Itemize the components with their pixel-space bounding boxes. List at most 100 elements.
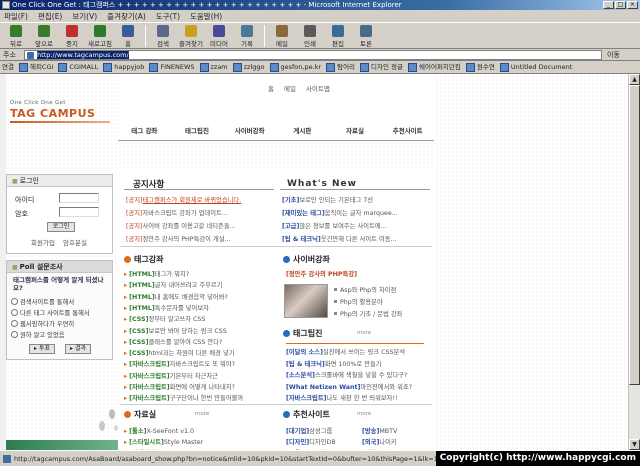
minimize-button[interactable]: _ <box>603 1 614 9</box>
whats-new-item[interactable]: [고급]많은 정보를 보여주는 사이트에... <box>282 221 430 230</box>
tagtip-item[interactable]: [What Netizen Want]마인전에서와 워죠? <box>286 382 432 391</box>
scroll-thumb[interactable] <box>629 85 640 385</box>
recommend-more[interactable]: more <box>357 411 371 417</box>
link-item[interactable]: 원수연 <box>466 61 495 73</box>
lecture-item[interactable]: ▸ [CSS]정부터 알고쓰자 CSS <box>124 314 280 323</box>
tagtip-item[interactable]: [소스분석]스크롤바에 색칠을 넣을 수 있다구? <box>286 370 432 379</box>
id-input[interactable] <box>59 193 99 203</box>
site-logo[interactable]: TAG CAMPUS <box>10 107 95 120</box>
toolbar-button[interactable]: 홈 <box>114 23 142 49</box>
lecture-item[interactable]: ▸ [자바스크립트]화면에 어떻게 나타내지? <box>124 382 280 391</box>
result-button[interactable]: ▸ 결과 <box>65 344 91 354</box>
cyber-item[interactable]: Php의 기초 / 문법 강좌 <box>334 309 430 318</box>
mail-link[interactable]: 메일 <box>284 83 296 93</box>
toolbar-button[interactable]: 미디어 <box>205 23 233 49</box>
vertical-scrollbar[interactable]: ▲ ▼ <box>628 74 640 450</box>
cyber-headline[interactable]: [정안주 강사의 PHP특강] <box>286 269 357 278</box>
tag-tip-more[interactable]: more <box>357 330 371 336</box>
link-item[interactable]: Untitled Document <box>500 61 572 73</box>
scroll-down-arrow-icon[interactable]: ▼ <box>629 439 640 450</box>
menu-item[interactable]: 즐겨찾기(A) <box>107 10 146 22</box>
toolbar-button[interactable]: 기록 <box>233 23 261 49</box>
lecture-item[interactable]: ▸ [CSS]html과는 차원이 다른 배경 넣기 <box>124 348 280 357</box>
toolbar-button[interactable]: 뒤로 <box>2 23 30 49</box>
notice-item[interactable]: [공지]사이버 강좌를 이용고갈 네티즌들... <box>126 221 276 230</box>
lecture-item[interactable]: ▸ [HTML]특수문자를 넣어보자 <box>124 303 280 312</box>
lecture-item[interactable]: ▸ [자바스크립트]구구단이나 한번 만들어볼까 <box>124 393 280 402</box>
lecture-item[interactable]: ▸ [CSS]클래스를 알아야 CSS 안다? <box>124 337 280 346</box>
toolbar-button[interactable]: 인쇄 <box>296 23 324 49</box>
menu-item[interactable]: 도구(T) <box>156 10 180 22</box>
link-item[interactable]: 쉐어어퍼지던킴 <box>408 61 461 73</box>
lecture-item[interactable]: ▸ [HTML]태그가 뭐지? <box>124 269 280 278</box>
pw-input[interactable] <box>59 207 99 217</box>
menu-item[interactable]: 도움말(H) <box>190 10 222 22</box>
nav-item[interactable]: 사이버강좌 <box>223 124 276 139</box>
link-item[interactable]: happyjob <box>103 61 144 73</box>
menu-item[interactable]: 편집(E) <box>38 10 62 22</box>
join-link[interactable]: 회원가입 <box>31 237 55 247</box>
recommend-item[interactable]: [외국]나이키 <box>362 437 428 446</box>
cyber-item[interactable]: Asp와 Php의 차이점 <box>334 285 430 294</box>
tagtip-item[interactable]: [이달의 소스]실전에서 쓰이는 링크 CSS분석 <box>286 347 432 356</box>
sitemap-link[interactable]: 사이트맵 <box>306 83 330 93</box>
link-item[interactable]: gesfon,pe.kr <box>270 61 322 73</box>
toolbar-button[interactable]: 중지 <box>58 23 86 49</box>
vote-button[interactable]: ▸ 투표 <box>29 344 55 354</box>
login-button[interactable]: 로그인 <box>47 222 75 232</box>
lecture-item[interactable]: ▸ [자바스크립트]자바스크립트도 또 뭐야? <box>124 359 280 368</box>
toolbar-button[interactable]: 즐겨찾기 <box>177 23 205 49</box>
find-pw-link[interactable]: 암호분실 <box>63 237 87 247</box>
pds-more[interactable]: more <box>195 411 209 417</box>
nav-item[interactable]: 게시판 <box>276 124 329 139</box>
ie-window-icon[interactable] <box>2 1 10 9</box>
toolbar-button[interactable]: 토론 <box>352 23 380 49</box>
cyber-item[interactable]: Php의 활용분야 <box>334 297 430 306</box>
whats-new-item[interactable]: [기초]보로만 인되는 기본태그 7선 <box>282 195 430 204</box>
link-item[interactable]: zzlggo <box>233 61 265 73</box>
whats-new-item[interactable]: [팁 & 테크닉]웃긴만해 다른 사이트 이동... <box>282 234 430 243</box>
recommend-item[interactable]: [디자인]디자인DB <box>286 437 356 446</box>
nav-item[interactable]: 추천사이트 <box>381 124 434 139</box>
whats-new-item[interactable]: [재미있는 태그]움직이는 글자 marquee... <box>282 208 430 217</box>
recommend-item[interactable]: [대기업]삼성그룹 <box>286 426 356 435</box>
toolbar-button[interactable]: 검색 <box>149 23 177 49</box>
nav-item[interactable]: 태그팁진 <box>171 124 224 139</box>
toolbar-button[interactable]: 편집 <box>324 23 352 49</box>
menu-item[interactable]: 보기(V) <box>72 10 97 22</box>
tagtip-item[interactable]: [자바스크립트]나도 새창 한 번 띄워보자!! <box>286 393 432 402</box>
link-item[interactable]: zzam <box>200 61 228 73</box>
link-item[interactable]: 탐어리 <box>326 61 355 73</box>
pds-item[interactable]: ▸ [스타일시트]Style Master <box>124 437 274 446</box>
lecture-item[interactable]: ▸ [자바스크립트]기본부터 차근차근 <box>124 371 280 380</box>
notice-item[interactable]: [공지]자바스크립트 강좌가 업데이트... <box>126 208 276 217</box>
go-button[interactable]: 이동 <box>602 49 620 60</box>
notice-item[interactable]: [공지]태그캠퍼스가 회원제로 바뀌었습니다. <box>126 195 276 204</box>
toolbar-button[interactable]: 새로고침 <box>86 23 114 49</box>
pds-item[interactable]: ▸ [툴소]X-SeeFont v1.0 <box>124 426 274 435</box>
toolbar-button[interactable]: 앞으로 <box>30 23 58 49</box>
address-input[interactable]: http://www.tagcampus.com/ <box>24 50 602 60</box>
tagtip-item[interactable]: [팁 & 테크닉]화면 100%로 만들기 <box>286 359 432 368</box>
nav-item[interactable]: 자료실 <box>329 124 382 139</box>
lecture-item[interactable]: ▸ [CSS]보로만 봐야 당하는 링크 CSS <box>124 326 280 335</box>
recommend-item[interactable]: [방송]MBTV <box>362 426 428 435</box>
link-item[interactable]: FINENEWS <box>149 61 194 73</box>
home-link[interactable]: 홈 <box>268 83 274 93</box>
lecture-item[interactable]: ▸ [HTML]내 홈에도 배경음악 넣어봐? <box>124 292 280 301</box>
close-button[interactable]: × <box>627 1 638 9</box>
link-item[interactable]: 해피CGI <box>19 61 53 73</box>
lecture-item[interactable]: ▸ [HTML]글자 내어쓰려고 주무르기 <box>124 280 280 289</box>
poll-option[interactable]: 다른 태그 사이트를 통해서 <box>11 308 90 317</box>
toolbar-button[interactable]: 메일 <box>268 23 296 49</box>
link-item[interactable]: 디자인 정글 <box>360 61 403 73</box>
poll-option[interactable]: 검색사이트를 통해서 <box>11 297 74 306</box>
poll-option[interactable]: 웹서핑하다가 우연히 <box>11 319 74 328</box>
poll-option[interactable]: 원하 알고 있었음 <box>11 330 65 339</box>
maximize-button[interactable]: □ <box>615 1 626 9</box>
notice-item[interactable]: [공지]정안주 강사의 PHP특강이 개설... <box>126 234 276 243</box>
link-item[interactable]: CGIMALL <box>58 61 98 73</box>
nav-item[interactable]: 태그 강좌 <box>118 124 171 139</box>
menu-item[interactable]: 파일(F) <box>4 10 28 22</box>
scroll-up-arrow-icon[interactable]: ▲ <box>629 74 640 85</box>
